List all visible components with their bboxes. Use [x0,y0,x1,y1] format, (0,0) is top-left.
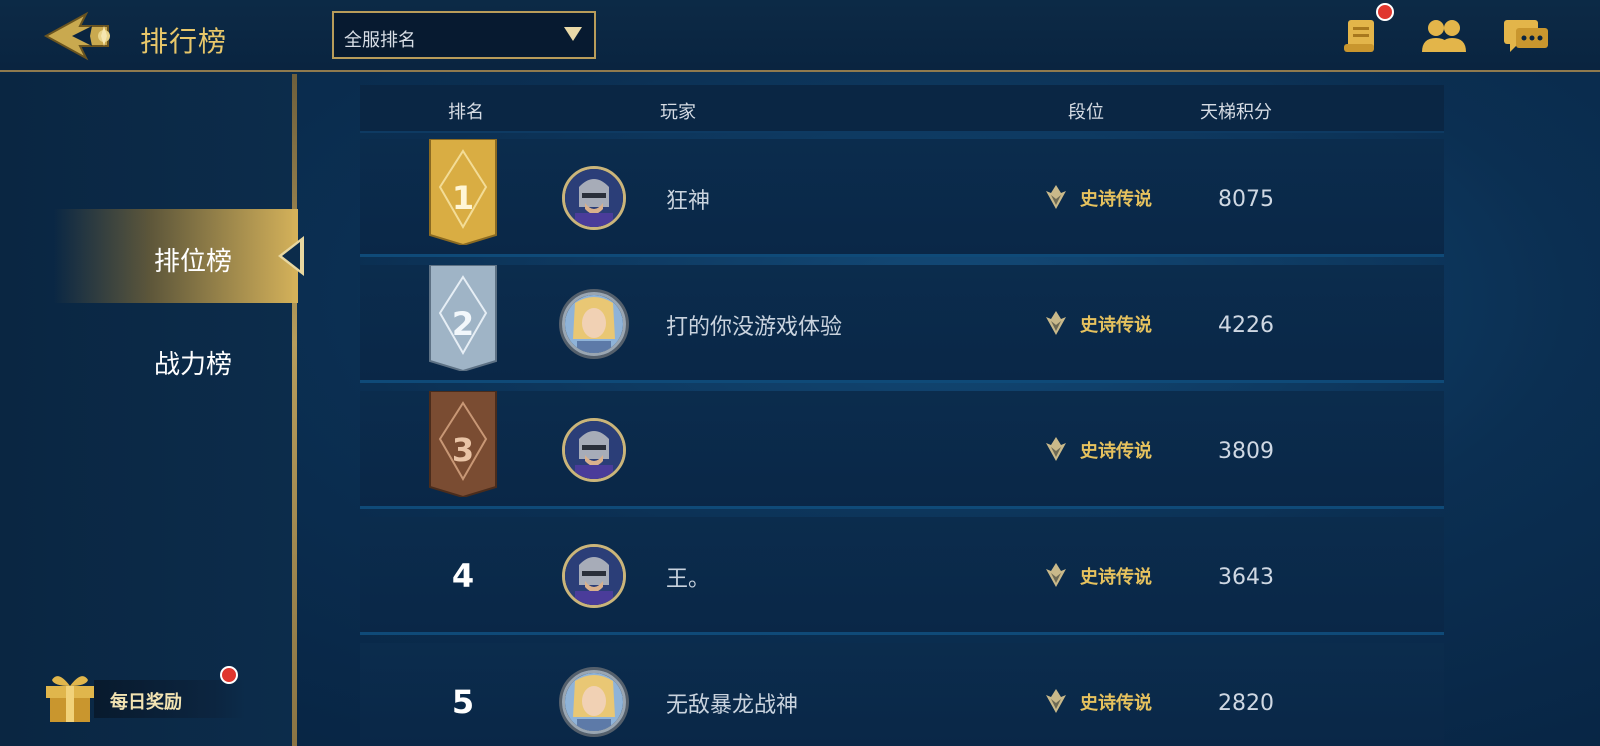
tier-name: 史诗传说 [1080,441,1152,462]
ladder-score: 3643 [1218,565,1274,590]
avatar[interactable] [562,292,626,356]
avatar[interactable] [562,418,626,482]
page-title: 排行榜 [140,25,228,58]
scroll-icon[interactable] [1340,16,1388,56]
daily-reward-button[interactable]: 每日奖励 [40,660,250,726]
selected-indicator-inner [282,242,300,270]
tier-emblem-icon [1046,437,1066,461]
back-arrow-icon[interactable] [42,8,122,64]
tier-emblem-icon [1046,311,1066,335]
column-header-rank: 排名 [448,102,484,123]
ladder-score: 8075 [1218,187,1274,212]
table-row[interactable]: 4 王。 史诗传说 3643 [360,517,1444,635]
table-row[interactable]: 2 打的你没游戏体验 史诗传说 4226 [360,265,1444,383]
gift-icon [46,676,94,722]
avatar[interactable] [562,166,626,230]
table-row[interactable]: 1 狂神 史诗传说 8075 [360,139,1444,257]
tier-name: 史诗传说 [1080,189,1152,210]
tier-emblem-icon [1046,689,1066,713]
top-bar: 排行榜 全服排名 [0,0,1600,72]
column-header-player: 玩家 [660,102,696,123]
leaderboard-header: 排名 玩家 段位 天梯积分 [360,85,1444,133]
tier-emblem-icon [1046,563,1066,587]
avatar[interactable] [562,670,626,734]
notification-dot [1376,3,1394,21]
tab-power-leaderboard[interactable]: 战力榜 [54,312,298,406]
rank-number: 4 [451,557,475,595]
tab-ranked-leaderboard[interactable]: 排位榜 [54,209,304,303]
sidebar-divider [292,74,297,746]
table-row[interactable]: 3 史诗传说 3809 [360,391,1444,509]
rank-number: 5 [451,683,475,721]
player-name: 打的你没游戏体验 [666,315,843,340]
dropdown-selected-value: 全服排名 [344,30,416,51]
tab-label: 排位榜 [154,247,233,277]
server-scope-dropdown[interactable]: 全服排名 [332,11,596,59]
notification-dot [220,666,238,684]
ladder-score: 2820 [1218,691,1274,716]
sidebar [0,74,294,746]
tier-emblem-icon [1046,185,1066,209]
player-name: 狂神 [666,189,711,214]
rank-number: 2 [451,305,475,343]
rank-number: 1 [451,179,475,217]
tier-name: 史诗传说 [1080,693,1152,714]
player-name: 王。 [666,567,711,592]
chat-icon[interactable] [1502,16,1550,56]
daily-reward-label: 每日奖励 [110,692,182,713]
tier-name: 史诗传说 [1080,567,1152,588]
column-header-score: 天梯积分 [1200,102,1272,123]
avatar[interactable] [562,544,626,608]
player-name: 无敌暴龙战神 [666,693,799,718]
tier-name: 史诗传说 [1080,315,1152,336]
chevron-down-icon [564,27,582,41]
friends-icon[interactable] [1420,16,1468,56]
column-header-tier: 段位 [1068,102,1104,123]
rank-number: 3 [451,431,475,469]
ladder-score: 3809 [1218,439,1274,464]
tab-label: 战力榜 [154,350,233,380]
table-row[interactable]: 5 无敌暴龙战神 史诗传说 2820 [360,643,1444,746]
ladder-score: 4226 [1218,313,1274,338]
